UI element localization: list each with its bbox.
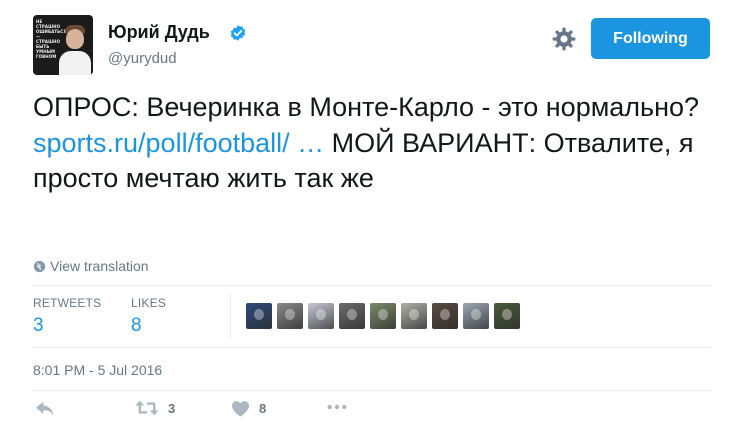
tweet-actions: 3 8 bbox=[0, 400, 730, 422]
like-count: 8 bbox=[259, 401, 267, 416]
liker-avatar[interactable] bbox=[401, 303, 427, 329]
tweet-link[interactable]: sports.ru/poll/football/ … bbox=[33, 128, 324, 158]
tweet-text-part: ОПРОС: Вечеринка в Монте-Карло - это нор… bbox=[33, 92, 700, 122]
tweet-text: ОПРОС: Вечеринка в Монте-Карло - это нор… bbox=[33, 90, 713, 197]
liker-avatar[interactable] bbox=[370, 303, 396, 329]
view-translation-label: View translation bbox=[50, 258, 149, 274]
liker-avatar[interactable] bbox=[339, 303, 365, 329]
liker-avatar[interactable] bbox=[463, 303, 489, 329]
reply-icon bbox=[36, 401, 54, 416]
tweet-timestamp[interactable]: 8:01 PM - 5 Jul 2016 bbox=[33, 362, 162, 378]
profile-avatar[interactable]: НЕ СТРАШНО ОШИБАТЬСЯ — СТРАШНО БЫТЬ УМНЫ… bbox=[33, 15, 93, 75]
username[interactable]: @yurydud bbox=[108, 50, 177, 67]
divider bbox=[33, 347, 711, 348]
like-button[interactable]: 8 bbox=[231, 400, 266, 417]
display-name[interactable]: Юрий Дудь bbox=[108, 22, 210, 43]
following-button[interactable]: Following bbox=[591, 18, 710, 59]
retweet-count: 3 bbox=[168, 400, 176, 416]
retweets-count: 3 bbox=[33, 315, 44, 336]
divider bbox=[33, 390, 711, 391]
avatar-body bbox=[59, 51, 91, 75]
retweet-button[interactable]: 3 bbox=[135, 400, 175, 416]
stats-separator bbox=[230, 294, 231, 338]
likes-count: 8 bbox=[131, 315, 142, 336]
retweet-icon bbox=[135, 400, 159, 416]
likes-stat[interactable]: LIKES 8 bbox=[131, 296, 166, 337]
liker-avatar[interactable] bbox=[277, 303, 303, 329]
retweets-stat[interactable]: RETWEETS 3 bbox=[33, 296, 101, 337]
view-translation-link[interactable]: View translation bbox=[33, 258, 149, 274]
liker-avatar[interactable] bbox=[432, 303, 458, 329]
heart-icon bbox=[232, 401, 249, 417]
globe-icon bbox=[33, 260, 46, 272]
liker-avatar[interactable] bbox=[246, 303, 272, 329]
reply-button[interactable] bbox=[35, 400, 55, 418]
more-button[interactable] bbox=[326, 400, 348, 414]
divider bbox=[33, 285, 711, 286]
liker-avatar[interactable] bbox=[494, 303, 520, 329]
avatar-head bbox=[66, 29, 84, 49]
likes-label: LIKES bbox=[131, 296, 167, 310]
avatar-caption: НЕ СТРАШНО ОШИБАТЬСЯ — СТРАШНО БЫТЬ УМНЫ… bbox=[36, 19, 67, 59]
liker-avatars bbox=[246, 303, 520, 329]
liker-avatar[interactable] bbox=[308, 303, 334, 329]
retweets-label: RETWEETS bbox=[33, 296, 102, 310]
gear-icon[interactable] bbox=[551, 26, 577, 52]
more-icon bbox=[327, 404, 347, 410]
verified-badge-icon bbox=[230, 25, 246, 41]
